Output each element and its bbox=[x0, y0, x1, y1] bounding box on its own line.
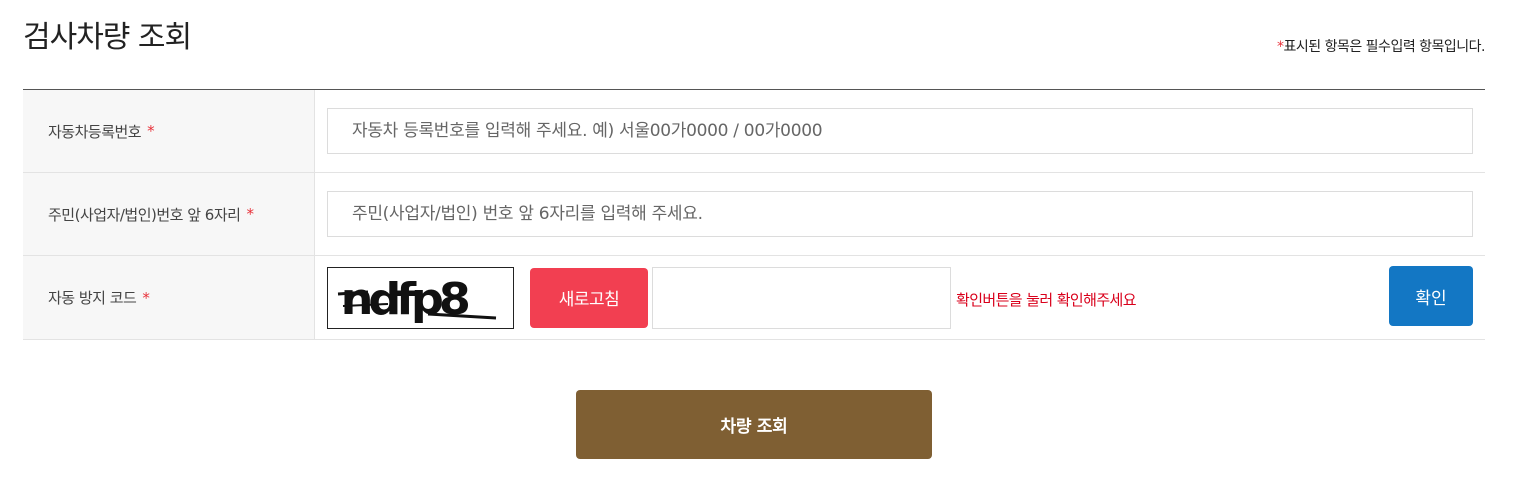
registration-number-cell bbox=[315, 173, 1485, 255]
captcha-input[interactable] bbox=[652, 266, 951, 329]
captcha-cell: ndfp8 새로고침 확인버튼을 눌러 확인해주세요 확인 bbox=[315, 256, 1485, 339]
captcha-image: ndfp8 bbox=[327, 266, 514, 329]
required-star: * bbox=[246, 205, 254, 223]
required-note-text: 표시된 항목은 필수입력 항목입니다. bbox=[1283, 39, 1486, 55]
vehicle-search-button[interactable]: 차량 조회 bbox=[576, 390, 932, 459]
vehicle-number-label: 자동차등록번호 * bbox=[23, 90, 315, 172]
registration-number-label: 주민(사업자/법인)번호 앞 6자리 * bbox=[23, 173, 315, 255]
captcha-row: 자동 방지 코드 * ndfp8 새로고침 확인버튼을 눌러 확인해주세요 확인 bbox=[23, 256, 1485, 340]
vehicle-number-cell bbox=[315, 90, 1485, 172]
vehicle-number-row: 자동차등록번호 * bbox=[23, 90, 1485, 173]
captcha-message: 확인버튼을 눌러 확인해주세요 bbox=[956, 291, 1137, 309]
required-star: * bbox=[147, 122, 155, 140]
vehicle-number-input[interactable] bbox=[327, 108, 1473, 154]
captcha-label-text: 자동 방지 코드 bbox=[48, 289, 137, 307]
registration-number-label-text: 주민(사업자/법인)번호 앞 6자리 bbox=[48, 205, 241, 224]
captcha-label: 자동 방지 코드 * bbox=[23, 256, 315, 339]
registration-number-row: 주민(사업자/법인)번호 앞 6자리 * bbox=[23, 173, 1485, 256]
captcha-confirm-button[interactable]: 확인 bbox=[1389, 266, 1473, 326]
required-star: * bbox=[142, 288, 150, 307]
vehicle-search-form: 자동차등록번호 * 주민(사업자/법인)번호 앞 6자리 * 자동 방지 코드 … bbox=[23, 89, 1485, 340]
captcha-refresh-button[interactable]: 새로고침 bbox=[530, 267, 648, 328]
captcha-code-text: ndfp8 bbox=[341, 273, 469, 325]
vehicle-number-label-text: 자동차등록번호 bbox=[48, 122, 142, 141]
page-title: 검사차량 조회 bbox=[23, 20, 192, 55]
required-fields-note: *표시된 항목은 필수입력 항목입니다. bbox=[1277, 36, 1485, 56]
captcha-code-graphic: ndfp8 bbox=[337, 273, 497, 325]
registration-number-input[interactable] bbox=[327, 191, 1473, 237]
